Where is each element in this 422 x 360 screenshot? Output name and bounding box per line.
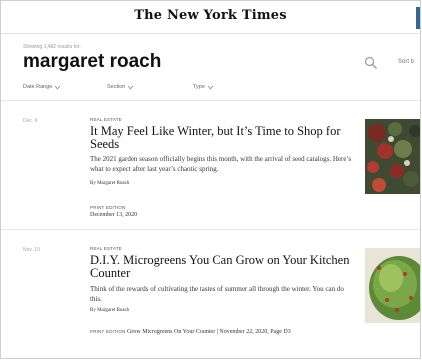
filter-bar: Date Range Section Type bbox=[23, 84, 214, 90]
search-icon[interactable] bbox=[364, 56, 378, 70]
print-edition-label: PRINT EDITION bbox=[90, 205, 126, 210]
nyt-logo[interactable]: The New York Times bbox=[1, 8, 420, 23]
result-summary: The 2021 garden season officially begins… bbox=[90, 155, 352, 173]
print-edition-date: December 13, 2020 bbox=[90, 212, 138, 218]
result-headline[interactable]: D.I.Y. Microgreens You Can Grow on Your … bbox=[90, 254, 352, 280]
search-result[interactable]: Nov. 19 REAL ESTATE D.I.Y. Microgreens Y… bbox=[1, 229, 421, 358]
result-byline: By Margaret Roach bbox=[90, 308, 130, 313]
result-thumbnail-image[interactable] bbox=[365, 119, 421, 194]
print-edition-label: PRINT EDITION bbox=[90, 329, 126, 334]
result-date: Dec. 9 bbox=[23, 118, 38, 124]
print-edition-details: Grow Microgreens On Your Counter | Novem… bbox=[127, 329, 291, 335]
search-results-list: Dec. 9 REAL ESTATE It May Feel Like Wint… bbox=[1, 100, 421, 358]
search-query[interactable]: margaret roach bbox=[23, 51, 161, 73]
result-summary: Think of the rewards of cultivating the … bbox=[90, 285, 344, 303]
result-section[interactable]: REAL ESTATE bbox=[90, 117, 122, 122]
result-thumbnail-image[interactable] bbox=[365, 248, 421, 323]
chevron-down-icon bbox=[55, 85, 61, 89]
print-edition-line: PRINT EDITION Grow Microgreens On Your C… bbox=[90, 327, 360, 337]
masthead: The New York Times bbox=[1, 1, 420, 34]
browser-frame: The New York Times Showing 1,482 results… bbox=[0, 0, 421, 359]
filter-label: Type bbox=[193, 84, 205, 90]
filter-section[interactable]: Section bbox=[107, 84, 193, 90]
search-header: Showing 1,482 results for: margaret roac… bbox=[1, 34, 420, 100]
result-headline[interactable]: It May Feel Like Winter, but It’s Time t… bbox=[90, 125, 352, 151]
chevron-down-icon bbox=[207, 85, 214, 89]
search-result[interactable]: Dec. 9 REAL ESTATE It May Feel Like Wint… bbox=[1, 101, 421, 229]
result-section[interactable]: REAL ESTATE bbox=[90, 246, 122, 251]
filter-label: Section bbox=[107, 84, 126, 90]
masthead-accent-bar bbox=[416, 7, 420, 29]
result-date: Nov. 19 bbox=[23, 247, 40, 253]
sort-by-button[interactable]: Sort b bbox=[398, 59, 414, 65]
chevron-down-icon bbox=[128, 85, 134, 89]
filter-type[interactable]: Type bbox=[193, 84, 214, 90]
filter-label: Date Range bbox=[23, 84, 53, 90]
results-count: Showing 1,482 results for: bbox=[23, 44, 81, 50]
filter-date-range[interactable]: Date Range bbox=[23, 84, 107, 90]
result-byline: By Margaret Roach bbox=[90, 181, 130, 186]
